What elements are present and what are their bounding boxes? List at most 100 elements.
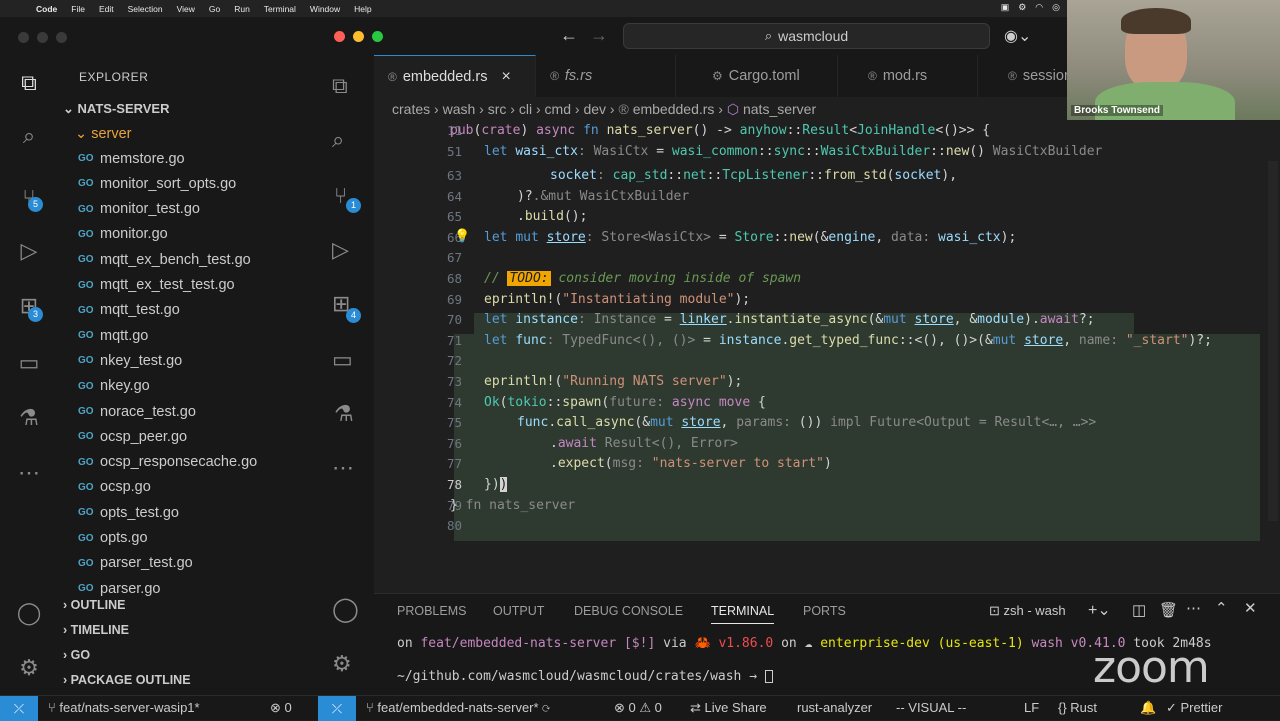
- terminal-line-2[interactable]: ~/github.com/wasmcloud/wasmcloud/crates/…: [397, 669, 773, 684]
- search-icon[interactable]: ⌕: [332, 127, 344, 153]
- remote-icon[interactable]: ⤫: [0, 696, 38, 721]
- code-editor[interactable]: 11 51 63 64 65 66 67 68 69 70 71 72 73 74 75 76 77 78 79 80…: [374, 121, 1280, 603]
- timeline-section[interactable]: › TIMELINE: [63, 623, 129, 637]
- file-item[interactable]: GO opts.go: [78, 526, 148, 551]
- root-folder[interactable]: ⌄ NATS-SERVER: [63, 101, 170, 117]
- maximize-panel-icon[interactable]: ⌃: [1215, 599, 1228, 617]
- status-icon[interactable]: ◎: [1052, 2, 1060, 13]
- menu-help[interactable]: Help: [354, 4, 371, 14]
- lightbulb-icon[interactable]: 💡: [454, 229, 470, 244]
- close-panel-icon[interactable]: ✕: [1244, 599, 1257, 617]
- account-icon[interactable]: ◯: [13, 597, 45, 629]
- minimize-dot[interactable]: [353, 31, 364, 42]
- files-icon[interactable]: ⧉: [332, 73, 348, 99]
- manage-gear-icon[interactable]: ⚙: [13, 652, 45, 684]
- branch-status[interactable]: ⑂ feat/embedded-nats-server* ⟳: [366, 700, 550, 715]
- split-terminal-icon[interactable]: ◫: [1132, 601, 1146, 619]
- more-icon[interactable]: ⋯: [332, 455, 354, 481]
- file-item[interactable]: GO norace_test.go: [78, 399, 196, 424]
- command-center-search[interactable]: ⌕ wasmcloud: [623, 23, 990, 49]
- problems-status[interactable]: ⊗ 0: [270, 700, 292, 716]
- go-section[interactable]: › GO: [63, 648, 90, 662]
- settings-icon[interactable]: ⚙: [1018, 2, 1026, 13]
- notifications-icon[interactable]: 🔔: [1140, 700, 1156, 716]
- file-item[interactable]: GO opts_test.go: [78, 500, 179, 525]
- menu-run[interactable]: Run: [234, 4, 250, 14]
- prettier-status[interactable]: ✓ Prettier: [1166, 700, 1222, 716]
- terminal-selector[interactable]: ⊡ zsh - wash: [989, 603, 1066, 619]
- back-arrow-icon[interactable]: ←: [560, 25, 578, 46]
- file-item[interactable]: GO mqtt_ex_test_test.go: [78, 273, 235, 298]
- file-item[interactable]: GO ocsp_responsecache.go: [78, 450, 257, 475]
- tab-cargo-toml[interactable]: ⚙ Cargo.toml: [676, 55, 838, 97]
- tab-output[interactable]: OUTPUT: [493, 604, 544, 618]
- run-debug-icon[interactable]: ▷: [13, 235, 45, 267]
- rust-analyzer-status[interactable]: rust-analyzer: [797, 700, 872, 715]
- file-item[interactable]: GO parser_test.go: [78, 551, 193, 576]
- crumb-cli[interactable]: cli: [519, 101, 532, 117]
- menu-edit[interactable]: Edit: [99, 4, 114, 14]
- tab-ports[interactable]: PORTS: [803, 604, 846, 618]
- close-dot[interactable]: [18, 32, 29, 43]
- menu-file[interactable]: File: [71, 4, 85, 14]
- files-icon[interactable]: ⧉: [13, 67, 45, 99]
- file-item[interactable]: GO monitor_sort_opts.go: [78, 171, 236, 196]
- file-item[interactable]: GO ocsp_peer.go: [78, 424, 187, 449]
- crumb-wash[interactable]: wash: [443, 101, 476, 117]
- menu-app[interactable]: Code: [36, 4, 57, 14]
- file-item[interactable]: GO ocsp.go: [78, 475, 151, 500]
- run-debug-icon[interactable]: ▷: [332, 237, 349, 263]
- file-item[interactable]: GO monitor.go: [78, 222, 168, 247]
- minimize-dot[interactable]: [37, 32, 48, 43]
- crumb-src[interactable]: src: [488, 101, 507, 117]
- problems-status[interactable]: ⊗ 0 ⚠ 0: [614, 700, 662, 716]
- file-item[interactable]: GO mqtt.go: [78, 323, 148, 348]
- trash-icon[interactable]: 🗑: [1159, 601, 1178, 619]
- testing-icon[interactable]: ⚗: [334, 401, 354, 427]
- new-terminal-icon[interactable]: +⌄: [1088, 600, 1111, 620]
- file-item[interactable]: GO nkey_test.go: [78, 348, 182, 373]
- zoom-dot[interactable]: [56, 32, 67, 43]
- tab-embedded-rs[interactable]: ® embedded.rs ×: [374, 55, 536, 97]
- testing-icon[interactable]: ⚗: [13, 402, 45, 434]
- menu-window[interactable]: Window: [310, 4, 340, 14]
- remote-icon[interactable]: ⤫: [318, 696, 356, 721]
- remote-explorer-icon[interactable]: ▭: [332, 347, 353, 373]
- manage-gear-icon[interactable]: ⚙: [332, 651, 352, 677]
- server-folder[interactable]: ⌄ server: [75, 126, 131, 142]
- crumb-crates[interactable]: crates: [392, 101, 430, 117]
- file-item[interactable]: GO monitor_test.go: [78, 197, 200, 222]
- crumb-cmd[interactable]: cmd: [545, 101, 571, 117]
- file-item[interactable]: GO nkey.go: [78, 374, 150, 399]
- menu-view[interactable]: View: [177, 4, 195, 14]
- forward-arrow-icon[interactable]: →: [590, 25, 608, 46]
- language-status[interactable]: {} Rust: [1058, 700, 1097, 715]
- search-icon[interactable]: ⌕: [13, 120, 45, 152]
- menu-terminal[interactable]: Terminal: [264, 4, 296, 14]
- branch-status[interactable]: ⑂ feat/nats-server-wasip1*: [48, 700, 200, 715]
- zoom-dot[interactable]: [372, 31, 383, 42]
- more-actions-icon[interactable]: ⋯: [1186, 599, 1201, 617]
- wifi-icon[interactable]: ◠: [1035, 2, 1043, 13]
- file-item[interactable]: GO mqtt_test.go: [78, 298, 180, 323]
- tab-debug-console[interactable]: DEBUG CONSOLE: [574, 604, 683, 618]
- tab-mod-rs[interactable]: ® mod.rs: [838, 55, 978, 97]
- file-item[interactable]: GO memstore.go: [78, 146, 185, 171]
- close-dot[interactable]: [334, 31, 345, 42]
- live-share-status[interactable]: ⇄ Live Share: [690, 700, 767, 716]
- menu-selection[interactable]: Selection: [128, 4, 163, 14]
- file-item[interactable]: GO mqtt_ex_bench_test.go: [78, 247, 251, 272]
- close-icon[interactable]: ×: [501, 68, 510, 86]
- tab-terminal[interactable]: TERMINAL: [711, 604, 775, 624]
- package-outline-section[interactable]: › PACKAGE OUTLINE: [63, 673, 191, 687]
- remote-explorer-icon[interactable]: ▭: [13, 347, 45, 379]
- vertical-scrollbar[interactable]: [1268, 161, 1278, 521]
- tab-problems[interactable]: PROBLEMS: [397, 604, 466, 618]
- notion-icon[interactable]: ▣: [1001, 2, 1010, 13]
- outline-section[interactable]: › OUTLINE: [63, 598, 126, 612]
- more-icon[interactable]: ⋯: [13, 457, 45, 489]
- eol-status[interactable]: LF: [1024, 700, 1039, 715]
- crumb-symbol[interactable]: nats_server: [743, 101, 816, 117]
- crumb-dev[interactable]: dev: [583, 101, 606, 117]
- menu-go[interactable]: Go: [209, 4, 220, 14]
